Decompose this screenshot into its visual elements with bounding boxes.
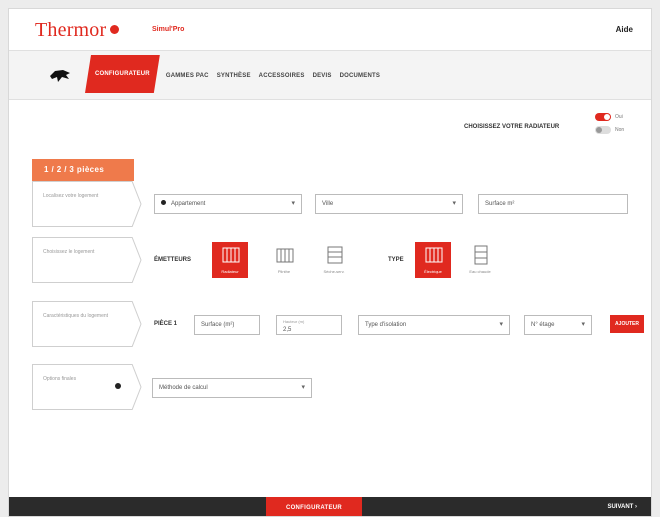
surface-placeholder: Surface m² (485, 201, 515, 207)
location-pin-icon (161, 200, 166, 205)
toggle-off-row[interactable]: Non (595, 126, 624, 134)
toggle-on-row[interactable]: Oui (595, 113, 623, 121)
tab-documents[interactable]: DOCUMENTS (340, 73, 380, 79)
chevron-down-icon: ▾ (301, 384, 305, 391)
step-characteristics: Caractéristiques du logement PIÈCE 1 Sur… (32, 301, 651, 347)
type-label: TYPE (388, 257, 404, 263)
recommendation-label: CHOISISSEZ VOTRE RADIATEUR (464, 124, 560, 130)
tile-eau-chaude[interactable]: Eau chaude (462, 242, 498, 278)
emitters-label: ÉMETTEURS (154, 257, 192, 263)
toggle-switch-off[interactable] (595, 126, 611, 134)
quote-tab[interactable]: 1 / 2 / 3 pièces (32, 159, 134, 181)
tab-synthese[interactable]: SYNTHÈSE (217, 73, 251, 79)
insulation-value: Type d'isolation (365, 322, 407, 328)
chevron-down-icon: ▾ (452, 200, 456, 207)
tab-configurateur[interactable]: CONFIGURATEUR (85, 55, 160, 93)
tile-plinthe[interactable]: Plinthe (266, 242, 302, 278)
radiator-icon (222, 247, 240, 263)
calc-method-select[interactable]: Méthode de calcul ▾ (152, 378, 312, 398)
insulation-select[interactable]: Type d'isolation ▾ (358, 315, 510, 335)
floor-select[interactable]: N° étage ▾ (524, 315, 592, 335)
tile-caption: Électrique (424, 269, 442, 274)
step-location-label: Localisez votre logement (32, 181, 132, 227)
next-link[interactable]: SUIVANT › (607, 504, 637, 510)
towel-dryer-icon (327, 246, 343, 264)
tile-radiateur[interactable]: Radiateur (212, 242, 248, 278)
subbrand-label: Simul'Pro (152, 26, 185, 33)
tab-gammes-pac[interactable]: GAMMES PAC (166, 73, 209, 79)
chevron-right-icon: › (635, 504, 637, 510)
main-nav: CONFIGURATEUR GAMMES PAC SYNTHÈSE ACCESS… (9, 50, 651, 100)
chevron-down-icon: ▾ (291, 200, 295, 207)
room-height-input[interactable]: Hauteur (m) 2,5 (276, 315, 342, 335)
toggle-on-label: Oui (615, 114, 623, 120)
toggle-off-label: Non (615, 127, 625, 133)
step-options: Options finales Méthode de calcul ▾ (32, 364, 651, 410)
electric-radiator-icon (425, 247, 443, 263)
step-chevron-icon (132, 364, 142, 410)
step-chevron-icon (132, 237, 142, 283)
help-link[interactable]: Aide (616, 25, 633, 34)
calc-method-value: Méthode de calcul (159, 385, 208, 391)
step-emitters: Choisissez le logement ÉMETTEURS Radiate… (32, 237, 651, 283)
room-label: PIÈCE 1 (154, 321, 178, 327)
next-label: SUIVANT (607, 504, 634, 510)
surface-input[interactable]: Surface m² (478, 194, 628, 214)
tile-caption: Eau chaude (469, 269, 491, 274)
footer-bar: CONFIGURATEUR SUIVANT › (9, 497, 651, 516)
baseboard-heater-icon (276, 248, 294, 263)
app-frame: Thermor Simul'Pro Aide CONFIGURATEUR GAM… (8, 8, 652, 517)
animal-logo-icon[interactable] (49, 68, 71, 84)
city-value: Ville (322, 201, 334, 207)
chevron-down-icon: ▾ (581, 321, 585, 328)
housing-type-value: Appartement (171, 201, 206, 207)
tile-caption: Plinthe (277, 269, 291, 274)
floor-value: N° étage (531, 322, 555, 328)
tab-accessoires[interactable]: ACCESSOIRES (259, 73, 305, 79)
tile-caption: Radiateur (221, 269, 239, 274)
bullet-icon (115, 383, 121, 389)
room-surface-input[interactable]: Surface (m²) (194, 315, 260, 335)
nav-tabs: CONFIGURATEUR GAMMES PAC SYNTHÈSE ACCESS… (85, 55, 388, 93)
room-height-label: Hauteur (m) (283, 319, 305, 324)
step-location: Localisez votre logement Appartement ▾ Vi… (32, 181, 651, 227)
housing-type-select[interactable]: Appartement ▾ (154, 194, 302, 214)
room-height-value: 2,5 (283, 327, 292, 333)
logo-text: Thermor (35, 19, 107, 41)
tile-caption: Sèche-serv. (323, 269, 345, 274)
water-radiator-icon (474, 245, 488, 265)
thermor-logo[interactable]: Thermor (35, 19, 120, 42)
add-room-button[interactable]: AJOUTER (610, 315, 644, 333)
step-characteristics-label: Caractéristiques du logement (32, 301, 132, 347)
configurateur-button[interactable]: CONFIGURATEUR (266, 497, 362, 516)
logo-dot-icon (110, 25, 120, 34)
tile-seche-serviettes[interactable]: Sèche-serv. (316, 242, 352, 278)
chevron-down-icon: ▾ (499, 321, 503, 328)
toggle-switch-on[interactable] (595, 113, 611, 121)
tab-devis[interactable]: DEVIS (313, 73, 332, 79)
city-select[interactable]: Ville ▾ (315, 194, 463, 214)
step-emitters-label: Choisissez le logement (32, 237, 132, 283)
room-surface-placeholder: Surface (m²) (201, 322, 235, 328)
header: Thermor Simul'Pro Aide (9, 9, 651, 49)
tile-electrique[interactable]: Électrique (415, 242, 451, 278)
step-chevron-icon (132, 181, 142, 227)
step-chevron-icon (132, 301, 142, 347)
